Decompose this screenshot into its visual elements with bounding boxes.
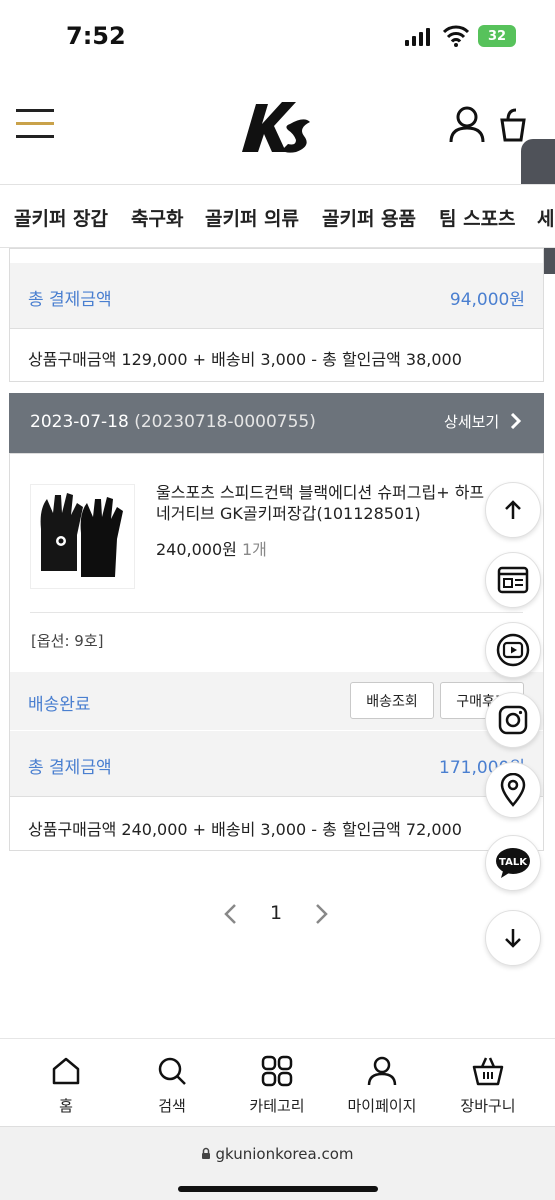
- cart-icon[interactable]: [498, 106, 528, 142]
- divider: [30, 612, 523, 613]
- location-button[interactable]: [485, 762, 541, 818]
- ks-logo[interactable]: [238, 94, 318, 156]
- user-icon: [367, 1056, 397, 1086]
- status-time: 7:52: [66, 22, 126, 50]
- product-qty: 1개: [241, 540, 267, 559]
- nav-search[interactable]: 검색: [127, 1053, 217, 1116]
- goalkeeper-gloves-image: [40, 493, 123, 577]
- youtube-icon: [496, 633, 530, 667]
- total-label: 총 결제금액: [28, 290, 112, 310]
- user-icon[interactable]: [447, 104, 487, 144]
- battery-indicator: 32: [478, 25, 516, 47]
- nav-cart[interactable]: 장바구니: [443, 1053, 533, 1116]
- nav-cart-label: 장바구니: [460, 1097, 516, 1115]
- category-nav: 골키퍼 장갑 축구화 골키퍼 의류 골키퍼 용품 팀 스포츠 세: [0, 184, 555, 248]
- nav-category[interactable]: 카테고리: [232, 1053, 322, 1116]
- nav-search-label: 검색: [158, 1097, 186, 1115]
- news-button[interactable]: [485, 552, 541, 608]
- total-row: 총 결제금액 171,000원: [10, 731, 543, 797]
- total-label: 총 결제금액: [28, 758, 112, 778]
- youtube-button[interactable]: [485, 622, 541, 678]
- order-card-previous: 총 결제금액 94,000원 상품구매금액 129,000 + 배송비 3,00…: [9, 248, 544, 382]
- nav-mypage-label: 마이페이지: [347, 1097, 417, 1115]
- chevron-right-icon: [510, 412, 522, 430]
- kakao-talk-label: TALK: [499, 857, 528, 868]
- pagination: 1: [0, 895, 555, 935]
- category-football-boots[interactable]: 축구화: [131, 204, 183, 231]
- order-card: 울스포츠 스피드컨택 블랙에디션 슈퍼그립+ 하프 네거티브 GK골키퍼장갑(1…: [9, 453, 544, 851]
- url-text: gkunionkorea.com: [215, 1145, 354, 1163]
- home-indicator: [178, 1186, 378, 1192]
- news-icon: [497, 566, 529, 594]
- category-icon: [261, 1055, 293, 1087]
- nav-home-label: 홈: [59, 1097, 73, 1115]
- category-more[interactable]: 세: [537, 204, 554, 231]
- scroll-top-button[interactable]: [485, 482, 541, 538]
- product-image[interactable]: [30, 484, 135, 589]
- track-shipment-button[interactable]: 배송조회: [350, 682, 434, 719]
- shipping-status: 배송완료: [28, 695, 91, 715]
- product-price: 240,000원: [156, 540, 237, 559]
- menu-icon[interactable]: [16, 109, 54, 141]
- arrow-up-icon: [505, 500, 521, 519]
- category-gk-gloves[interactable]: 골키퍼 장갑: [14, 204, 108, 231]
- prev-page-icon[interactable]: [222, 903, 238, 925]
- cart-icon: [472, 1057, 504, 1086]
- status-bar: 7:52 32: [0, 0, 555, 72]
- site-header: [0, 72, 555, 274]
- kakao-talk-button[interactable]: TALK: [485, 835, 541, 891]
- product-option: [옵션: 9호]: [31, 632, 104, 650]
- search-icon: [158, 1057, 186, 1085]
- wifi-icon: [443, 25, 469, 47]
- home-icon: [52, 1057, 80, 1085]
- category-team-sports[interactable]: 팀 스포츠: [439, 204, 516, 231]
- next-page-icon[interactable]: [314, 903, 330, 925]
- shipping-row: 배송완료 배송조회 구매후기: [10, 672, 543, 730]
- order-detail-label: 상세보기: [444, 413, 500, 431]
- order-detail-link[interactable]: 상세보기: [444, 411, 522, 432]
- order-header: 2023-07-18 (20230718-0000755) 상세보기: [9, 393, 544, 453]
- total-value: 94,000원: [449, 290, 525, 310]
- product-name[interactable]: 울스포츠 스피드컨택 블랙에디션 슈퍼그립+ 하프 네거티브 GK골키퍼장갑(1…: [156, 482, 496, 524]
- lock-icon: [202, 1147, 211, 1159]
- instagram-icon: [498, 705, 528, 735]
- price-breakdown: 상품구매금액 129,000 + 배송비 3,000 - 총 할인금액 38,0…: [28, 350, 462, 369]
- order-date: 2023-07-18: [30, 412, 129, 432]
- order-number: (20230718-0000755): [134, 412, 316, 432]
- nav-category-label: 카테고리: [249, 1097, 305, 1115]
- kakao-talk-icon: TALK: [496, 848, 530, 878]
- bottom-nav: 홈 검색 카테고리 마이페이지 장바구니: [0, 1038, 555, 1126]
- instagram-button[interactable]: [485, 692, 541, 748]
- location-icon: [500, 773, 526, 807]
- signal-icon: [405, 28, 430, 46]
- nav-mypage[interactable]: 마이페이지: [337, 1053, 427, 1116]
- total-row: 총 결제금액 94,000원: [10, 263, 543, 329]
- nav-home[interactable]: 홈: [21, 1053, 111, 1116]
- page-number-current[interactable]: 1: [270, 902, 282, 924]
- category-gk-apparel[interactable]: 골키퍼 의류: [205, 204, 299, 231]
- category-gk-equipment[interactable]: 골키퍼 용품: [322, 204, 416, 231]
- price-breakdown: 상품구매금액 240,000 + 배송비 3,000 - 총 할인금액 72,0…: [28, 820, 462, 839]
